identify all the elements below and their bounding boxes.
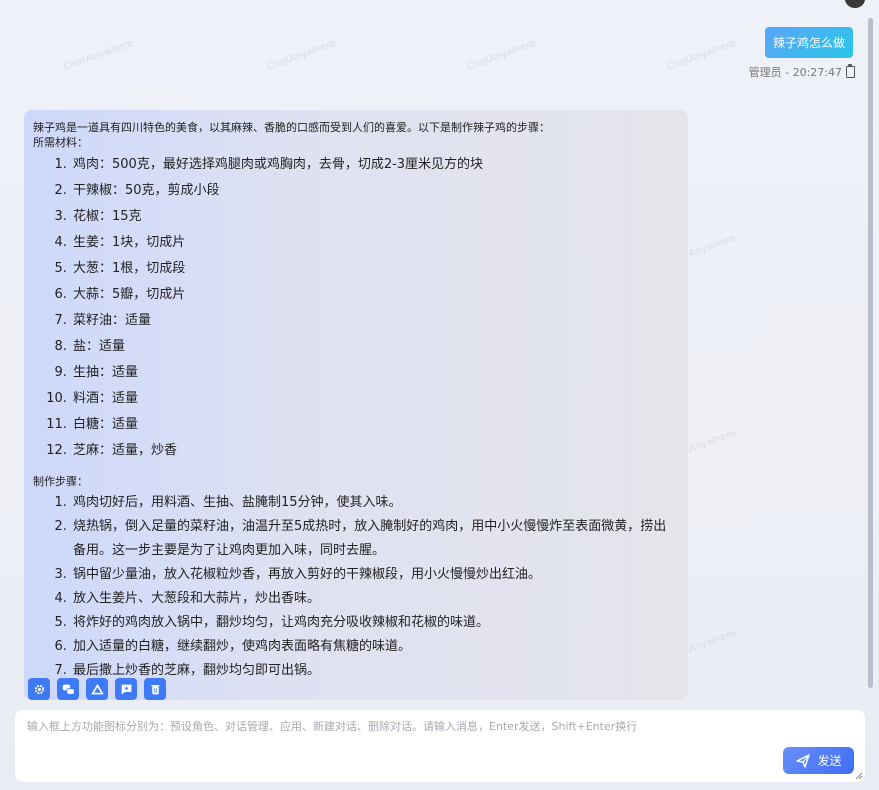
gear-icon	[34, 684, 44, 694]
delete-chat-button[interactable]	[144, 678, 166, 700]
list-item: 放入生姜片、大葱段和大蒜片，炒出香味。	[71, 587, 678, 611]
assistant-intro: 辣子鸡是一道具有四川特色的美食，以其麻辣、香脆的口感而受到人们的喜爱。以下是制作…	[33, 121, 550, 134]
send-icon	[796, 753, 811, 768]
resize-handle-icon[interactable]	[855, 772, 863, 780]
list-item: 烧热锅，倒入足量的菜籽油，油温升至5成热时，放入腌制好的鸡肉，用中小火慢慢炸至表…	[71, 515, 678, 563]
list-item: 菜籽油：适量	[71, 308, 678, 334]
new-chat-icon	[121, 684, 131, 694]
list-item: 鸡肉：500克，最好选择鸡腿肉或鸡胸肉，去骨，切成2-3厘米见方的块	[71, 152, 678, 178]
watermark: ChatAnywhere	[265, 37, 338, 74]
steps-title: 制作步骤：	[33, 475, 88, 488]
list-item: 大蒜：5瓣，切成片	[71, 282, 678, 308]
watermark: ChatAnywhere	[665, 37, 738, 74]
delete-icon	[150, 684, 160, 694]
list-item: 生抽：适量	[71, 360, 678, 386]
list-item: 盐：适量	[71, 334, 678, 360]
list-item: 锅中留少量油，放入花椒粒炒香，再放入剪好的干辣椒段，用小火慢慢炒出红油。	[71, 563, 678, 587]
message-timestamp: 管理员 - 20:27:47	[748, 66, 842, 79]
chat-scrollbar[interactable]	[867, 18, 873, 698]
new-chat-button[interactable]	[115, 678, 137, 700]
list-item: 芝麻：适量，炒香	[71, 438, 678, 464]
user-message-bubble: 辣子鸡怎么做	[764, 27, 853, 58]
list-item: 鸡肉切好后，用料酒、生抽、盐腌制15分钟，使其入味。	[71, 491, 678, 515]
preset-role-button[interactable]	[28, 678, 50, 700]
chat-manage-icon	[62, 684, 75, 695]
copy-icon[interactable]	[846, 64, 855, 78]
user-avatar[interactable]	[845, 0, 865, 8]
chat-toolbar	[28, 678, 166, 700]
ingredients-list: 鸡肉：500克，最好选择鸡腿肉或鸡胸肉，去骨，切成2-3厘米见方的块 干辣椒：5…	[33, 152, 678, 464]
send-button-label: 发送	[817, 754, 842, 768]
ingredients-title: 所需材料：	[33, 136, 88, 149]
list-item: 将炸好的鸡肉放入锅中，翻炒均匀，让鸡肉充分吸收辣椒和花椒的味道。	[71, 611, 678, 635]
watermark: ChatAnywhere	[62, 37, 135, 74]
list-item: 花椒：15克	[71, 204, 678, 230]
apps-icon	[90, 683, 104, 694]
list-item: 干辣椒：50克，剪成小段	[71, 178, 678, 204]
list-item: 料酒：适量	[71, 386, 678, 412]
watermark: ChatAnywhere	[465, 37, 538, 74]
list-item: 大葱：1根，切成段	[71, 256, 678, 282]
send-button[interactable]: 发送	[783, 747, 854, 774]
chat-manage-button[interactable]	[57, 678, 79, 700]
list-item: 加入适量的白糖，继续翻炒，使鸡肉表面略有焦糖的味道。	[71, 635, 678, 659]
scrollbar-thumb[interactable]	[868, 18, 873, 688]
apps-button[interactable]	[86, 678, 108, 700]
user-message-meta: 管理员 - 20:27:47	[749, 64, 855, 80]
list-item: 生姜：1块，切成片	[71, 230, 678, 256]
list-item: 白糖：适量	[71, 412, 678, 438]
message-input[interactable]	[15, 710, 865, 782]
assistant-message-bubble: 辣子鸡是一道具有四川特色的美食，以其麻辣、香脆的口感而受到人们的喜爱。以下是制作…	[24, 110, 688, 700]
steps-list: 鸡肉切好后，用料酒、生抽、盐腌制15分钟，使其入味。 烧热锅，倒入足量的菜籽油，…	[33, 491, 678, 683]
message-input-box: 发送	[15, 710, 865, 782]
